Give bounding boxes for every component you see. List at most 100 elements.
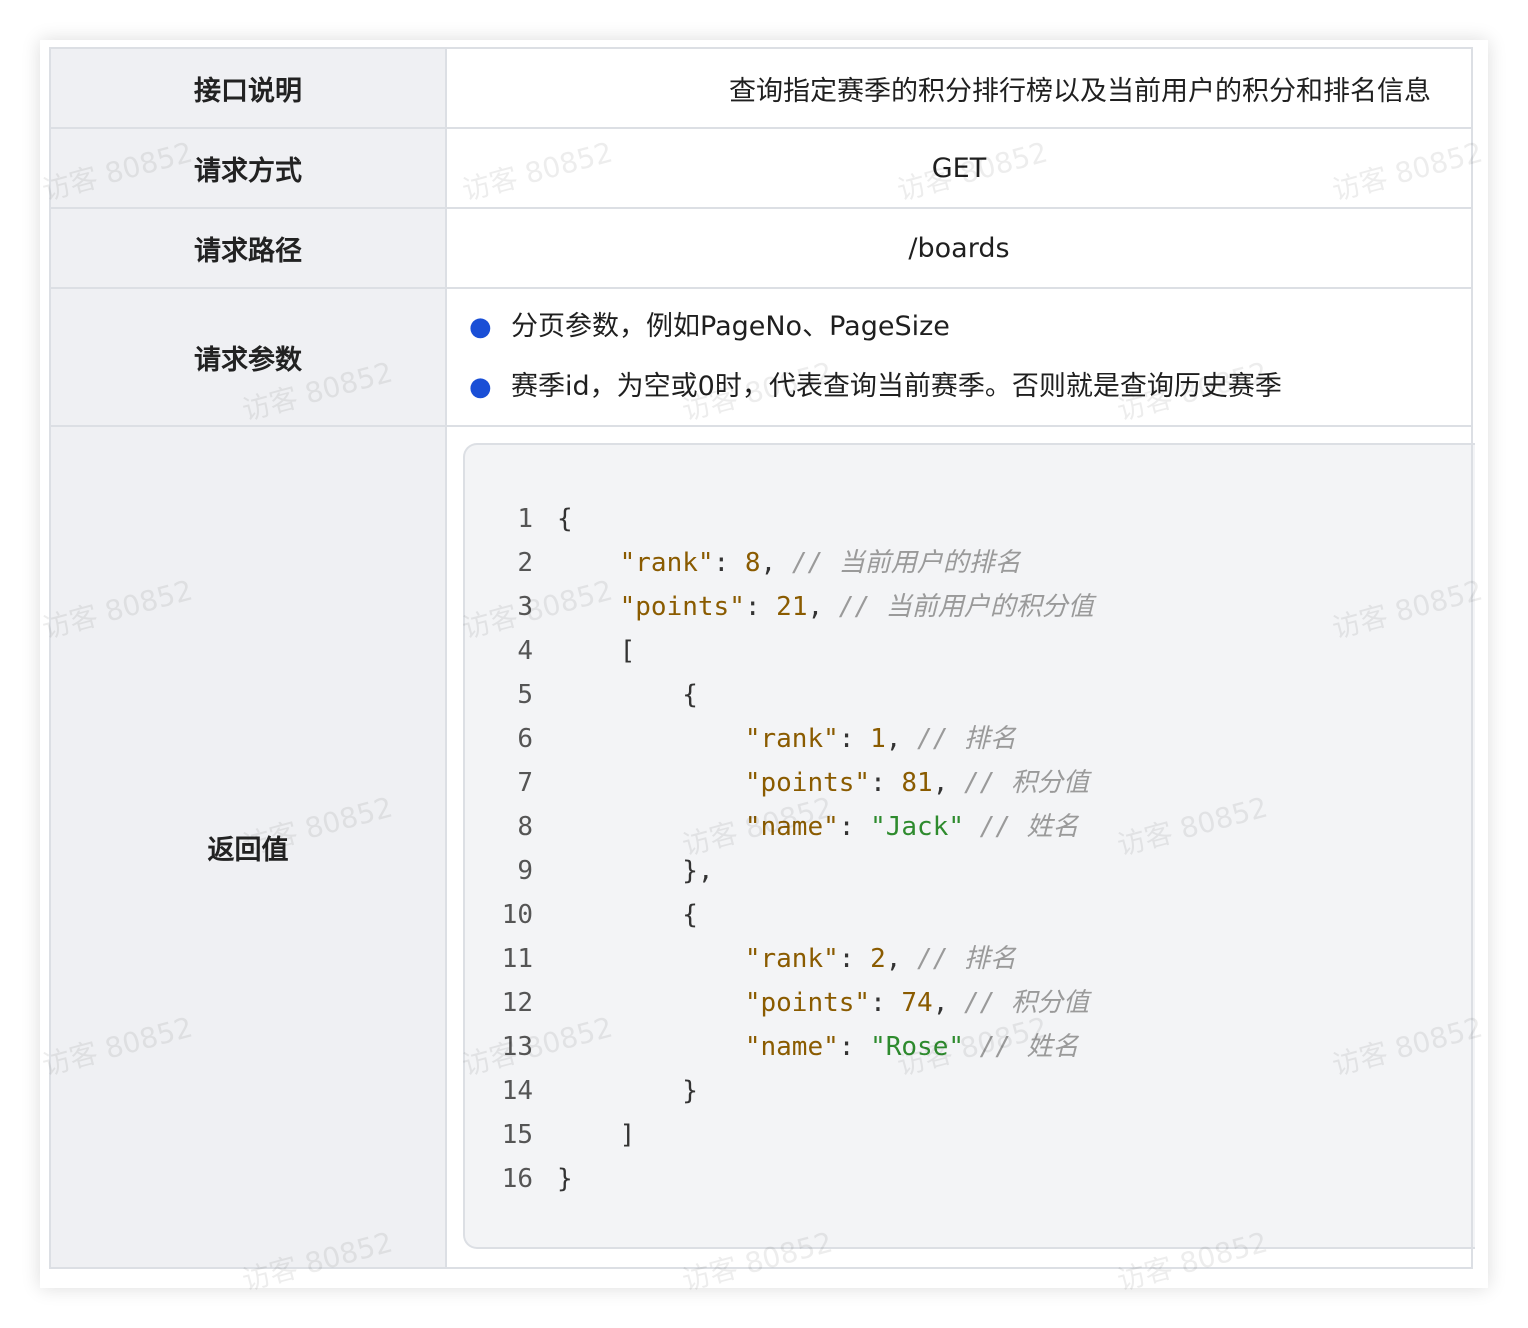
code-punc: [ xyxy=(619,636,636,666)
code-punc: : xyxy=(744,592,777,622)
code-punc: , xyxy=(885,944,918,974)
code-line: 1{ xyxy=(465,497,1475,541)
code-value: 2 xyxy=(870,944,886,974)
line-number: 9 xyxy=(517,856,533,886)
code-key: "name" xyxy=(744,812,839,842)
code-punc: } xyxy=(557,1164,573,1194)
row-description: 接口说明 查询指定赛季的积分排行榜以及当前用户的积分和排名信息 xyxy=(49,47,1473,129)
code-comment: // 排名 xyxy=(917,724,1017,754)
code-punc: : xyxy=(838,812,871,842)
code-line: 8 "name": "Jack" // 姓名 xyxy=(465,805,1475,849)
code-key: "rank" xyxy=(744,944,839,974)
line-number: 2 xyxy=(517,548,533,578)
list-item: ● 分页参数，例如PageNo、PageSize xyxy=(469,297,1471,357)
code-value: 81 xyxy=(901,768,933,798)
code-punc: { xyxy=(682,900,698,930)
line-number: 13 xyxy=(501,1032,533,1062)
code-key: "rank" xyxy=(619,548,714,578)
code-punc: : xyxy=(838,724,871,754)
line-number: 5 xyxy=(517,680,533,710)
param-text: 赛季id，为空或0时，代表查询当前赛季。否则就是查询历史赛季 xyxy=(511,371,1282,402)
code-punc: { xyxy=(682,680,698,710)
code-line: 15 ] xyxy=(465,1113,1475,1157)
code-line: 3 "points": 21, // 当前用户的积分值 xyxy=(465,585,1475,629)
api-doc-card: 接口说明 查询指定赛季的积分排行榜以及当前用户的积分和排名信息 请求方式 GET… xyxy=(39,40,1488,1297)
code-punc: : xyxy=(870,768,902,798)
value-description: 查询指定赛季的积分排行榜以及当前用户的积分和排名信息 xyxy=(445,47,1473,129)
line-number: 8 xyxy=(517,812,533,842)
params-list: ● 分页参数，例如PageNo、PageSize ● 赛季id，为空或0时，代表查询… xyxy=(447,297,1471,417)
code-line: 9 }, xyxy=(465,849,1475,893)
row-params: 请求参数 ● 分页参数，例如PageNo、PageSize ● 赛季id，为空或0时… xyxy=(49,287,1473,427)
line-number: 7 xyxy=(517,768,533,798)
label-method: 请求方式 xyxy=(49,127,447,209)
code-comment: // 积分值 xyxy=(964,988,1089,1018)
value-method: GET xyxy=(445,127,1473,209)
row-method: 请求方式 GET xyxy=(49,127,1473,209)
line-number: 16 xyxy=(501,1164,533,1194)
code-key: "points" xyxy=(744,768,871,798)
line-number: 11 xyxy=(501,944,533,974)
label-path: 请求路径 xyxy=(49,207,447,289)
code-line: 4 [ xyxy=(465,629,1475,673)
code-punc: { xyxy=(557,504,573,534)
code-punc: , xyxy=(932,988,965,1018)
code-value: 8 xyxy=(744,548,761,578)
list-item: ● 赛季id，为空或0时，代表查询当前赛季。否则就是查询历史赛季 xyxy=(469,357,1471,417)
label-return: 返回值 xyxy=(49,425,447,1269)
code-punc: , xyxy=(932,768,965,798)
code-punc: : xyxy=(870,988,902,1018)
code-comment: // 姓名 xyxy=(979,812,1079,842)
value-path: /boards xyxy=(445,207,1473,289)
line-number: 6 xyxy=(517,724,533,754)
code-punc: ] xyxy=(619,1120,636,1150)
code-punc: : xyxy=(713,548,745,578)
code-line: 5 { xyxy=(465,673,1475,717)
code-key: "rank" xyxy=(744,724,839,754)
value-return: 1{ 2 "rank": 8, // 当前用户的排名 3 "points": 2… xyxy=(445,425,1475,1269)
code-value: 1 xyxy=(870,724,886,754)
code-comment: // 当前用户的积分值 xyxy=(838,592,1094,622)
line-number: 3 xyxy=(517,592,533,622)
code-punc: } xyxy=(682,1076,698,1106)
code-line: 13 "name": "Rose" // 姓名 xyxy=(465,1025,1475,1069)
code-string: "Rose" xyxy=(870,1032,964,1062)
label-description: 接口说明 xyxy=(49,47,447,129)
code-line: 14 } xyxy=(465,1069,1475,1113)
code-block[interactable]: 1{ 2 "rank": 8, // 当前用户的排名 3 "points": 2… xyxy=(463,443,1475,1249)
bullet-icon: ● xyxy=(469,372,492,402)
code-punc xyxy=(964,812,980,842)
value-params: ● 分页参数，例如PageNo、PageSize ● 赛季id，为空或0时，代表查询… xyxy=(445,287,1473,427)
api-table: 接口说明 查询指定赛季的积分排行榜以及当前用户的积分和排名信息 请求方式 GET… xyxy=(49,47,1475,1269)
label-params: 请求参数 xyxy=(49,287,447,427)
code-line: 10 { xyxy=(465,893,1475,937)
code-line: 6 "rank": 1, // 排名 xyxy=(465,717,1475,761)
code-comment: // 姓名 xyxy=(979,1032,1079,1062)
code-comment: // 排名 xyxy=(917,944,1017,974)
code-line: 2 "rank": 8, // 当前用户的排名 xyxy=(465,541,1475,585)
row-return: 返回值 1{ 2 "rank": 8, // 当前用户的排名 3 "points… xyxy=(49,425,1475,1269)
code-line: 7 "points": 81, // 积分值 xyxy=(465,761,1475,805)
line-number: 4 xyxy=(517,636,533,666)
code-key: "points" xyxy=(744,988,871,1018)
code-line: 12 "points": 74, // 积分值 xyxy=(465,981,1475,1025)
code-comment: // 积分值 xyxy=(964,768,1089,798)
code-comment: // 当前用户的排名 xyxy=(791,548,1021,578)
line-number: 14 xyxy=(501,1076,533,1106)
line-number: 15 xyxy=(501,1120,533,1150)
line-number: 10 xyxy=(501,900,533,930)
bullet-icon: ● xyxy=(469,312,492,342)
line-number: 12 xyxy=(501,988,533,1018)
code-punc: : xyxy=(838,944,871,974)
line-number: 1 xyxy=(517,504,533,534)
row-path: 请求路径 /boards xyxy=(49,207,1473,289)
code-punc: , xyxy=(885,724,918,754)
code-punc: , xyxy=(807,592,839,622)
code-line: 16} xyxy=(465,1157,1475,1201)
code-value: 21 xyxy=(776,592,808,622)
code-line: 11 "rank": 2, // 排名 xyxy=(465,937,1475,981)
code-punc: }, xyxy=(682,856,714,886)
param-text: 分页参数，例如PageNo、PageSize xyxy=(511,311,950,342)
code-key: "name" xyxy=(744,1032,839,1062)
code-value: 74 xyxy=(901,988,933,1018)
